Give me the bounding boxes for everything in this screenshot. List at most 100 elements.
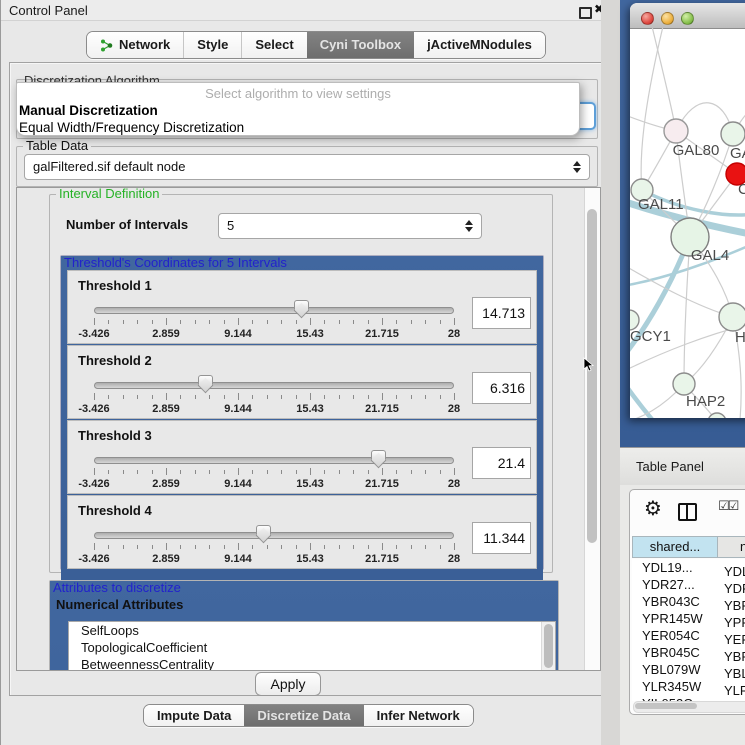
attributes-list-scrollbar[interactable] (541, 622, 555, 671)
table-row[interactable]: YDL19...YDL1 (632, 559, 745, 576)
table-data-combobox[interactable]: galFiltered.sif default node (24, 154, 590, 180)
tick-mark (209, 395, 210, 399)
tick-mark (440, 545, 441, 549)
attribute-item-betweennesscentrality[interactable]: BetweennessCentrality (69, 656, 555, 671)
attributes-list: SelfLoopsTopologicalCoefficientBetweenne… (69, 622, 555, 671)
threshold-slider[interactable]: -3.4262.8599.14415.4321.71528 (94, 528, 454, 566)
threshold-value-field[interactable]: 14.713 (472, 297, 531, 329)
apply-button[interactable]: Apply (255, 672, 321, 696)
tab-style[interactable]: Style (183, 32, 241, 58)
table-row[interactable]: YPR145WYPR1 (632, 610, 745, 627)
thresholds-group: Threshold's Coordinates for 5 Intervals … (60, 255, 544, 570)
threshold-value-field[interactable]: 21.4 (472, 447, 531, 479)
network-node[interactable] (719, 303, 745, 331)
attributes-group: Attributes to discretize Numerical Attri… (49, 580, 559, 671)
table-row[interactable]: YBR043CYBR0 (632, 593, 745, 610)
bottom-tab-discretize-data[interactable]: Discretize Data (244, 705, 363, 726)
minimize-traffic-light[interactable] (661, 12, 674, 25)
tab-style-label: Style (197, 32, 228, 58)
bottom-tab-impute-data-label: Impute Data (157, 705, 231, 726)
slider-ticks (94, 393, 454, 401)
slider-track[interactable] (94, 532, 454, 539)
threshold-value-field[interactable]: 6.316 (472, 372, 531, 404)
tick-label: 28 (429, 478, 479, 490)
column-header-name[interactable]: na (718, 536, 745, 558)
table-horizontal-scrollbar[interactable] (633, 701, 745, 713)
columns-icon[interactable] (678, 503, 697, 521)
slider-track[interactable] (94, 457, 454, 464)
table-hscrollbar-thumb[interactable] (635, 703, 697, 709)
tick-mark (180, 470, 181, 474)
slider-thumb[interactable] (370, 450, 386, 468)
tick-mark (324, 545, 325, 549)
slider-thumb[interactable] (294, 300, 310, 318)
table-row[interactable]: YER054CYER0 (632, 627, 745, 644)
network-node-hap2[interactable] (673, 373, 695, 395)
slider-track[interactable] (94, 307, 454, 314)
algorithm-option-equal-width-frequency-discretization[interactable]: Equal Width/Frequency Discretization (17, 119, 579, 136)
attribute-item-topologicalcoefficient[interactable]: TopologicalCoefficient (69, 639, 555, 656)
threshold-value-field[interactable]: 11.344 (472, 522, 531, 554)
tick-mark (425, 395, 426, 399)
tick-mark (368, 320, 369, 324)
gear-icon[interactable]: ⚙ (644, 496, 662, 520)
tick-label: 9.144 (213, 553, 263, 565)
attributes-listbox[interactable]: SelfLoopsTopologicalCoefficientBetweenne… (68, 621, 556, 671)
column-header-shared-name[interactable]: shared... (632, 536, 718, 558)
bottom-tab-infer-network[interactable]: Infer Network (364, 705, 473, 726)
combo-arrows-icon[interactable] (573, 160, 582, 174)
select-columns-checkboxes-icon[interactable]: ☑☑ (718, 499, 737, 514)
panel-divider[interactable] (601, 0, 620, 745)
tick-mark (137, 470, 138, 474)
network-canvas[interactable]: GAL80GAL11GAL4GCY1HAP2GACH (630, 28, 745, 418)
tab-cyni-toolbox-label: Cyni Toolbox (320, 32, 401, 58)
network-node[interactable] (721, 122, 745, 146)
tick-mark (209, 545, 210, 549)
table-row[interactable]: YDR27...YDR2 (632, 576, 745, 593)
threshold-slider[interactable]: -3.4262.8599.14415.4321.71528 (94, 303, 454, 341)
tick-mark (296, 395, 297, 399)
tab-cyni-toolbox[interactable]: Cyni Toolbox (307, 32, 414, 58)
slider-track[interactable] (94, 382, 454, 389)
attributes-scrollbar-thumb[interactable] (544, 624, 553, 668)
table-row[interactable]: YBR045CYBR0 (632, 644, 745, 661)
threshold-slider[interactable]: -3.4262.8599.14415.4321.71528 (94, 453, 454, 491)
node-label-gal4: GAL4 (691, 247, 729, 264)
table-row[interactable]: YLR345WYLR3 (632, 678, 745, 695)
settings-scrollbar-thumb[interactable] (587, 209, 597, 543)
node-label-hap2: HAP2 (686, 393, 725, 410)
numerical-attributes-label: Numerical Attributes (56, 597, 183, 612)
number-of-intervals-label: Number of Intervals (66, 217, 188, 232)
table-row[interactable]: YBL079WYBL0 (632, 661, 745, 678)
tab-jactivemnodules[interactable]: jActiveMNodules (414, 32, 545, 58)
network-node-gal80[interactable] (664, 119, 688, 143)
network-node-gcy1[interactable] (630, 310, 639, 330)
combo-arrows-icon[interactable] (465, 219, 474, 233)
tick-label: -3.426 (69, 553, 119, 565)
float-window-icon[interactable] (579, 7, 592, 19)
number-of-intervals-combobox[interactable]: 5 (218, 213, 482, 239)
tab-network-label: Network (119, 32, 170, 58)
attribute-item-selfloops[interactable]: SelfLoops (69, 622, 555, 639)
slider-thumb[interactable] (255, 525, 271, 543)
algorithm-option-manual-discretization[interactable]: Manual Discretization (17, 102, 579, 119)
tick-mark (108, 545, 109, 549)
tick-mark (310, 543, 311, 550)
tab-select[interactable]: Select (241, 32, 306, 58)
zoom-traffic-light[interactable] (681, 12, 694, 25)
tick-label: 21.715 (357, 328, 407, 340)
bottom-tab-impute-data[interactable]: Impute Data (144, 705, 244, 726)
close-traffic-light[interactable] (641, 12, 654, 25)
slider-thumb[interactable] (198, 375, 214, 393)
tick-label: 2.859 (141, 478, 191, 490)
table-data-group: Table Data galFiltered.sif default node (16, 146, 598, 187)
threshold-slider[interactable]: -3.4262.8599.14415.4321.71528 (94, 378, 454, 416)
settings-vertical-scrollbar[interactable] (584, 188, 600, 670)
threshold-label: Threshold 1 (78, 278, 152, 293)
tab-network[interactable]: Network (87, 32, 183, 58)
tick-mark (252, 545, 253, 549)
cell-shared-name: YDR27... (632, 576, 718, 593)
top-tab-bar: Network Style Select Cyni Toolbox jActiveMNo… (86, 31, 546, 59)
tick-mark (137, 320, 138, 324)
tick-mark (440, 470, 441, 474)
